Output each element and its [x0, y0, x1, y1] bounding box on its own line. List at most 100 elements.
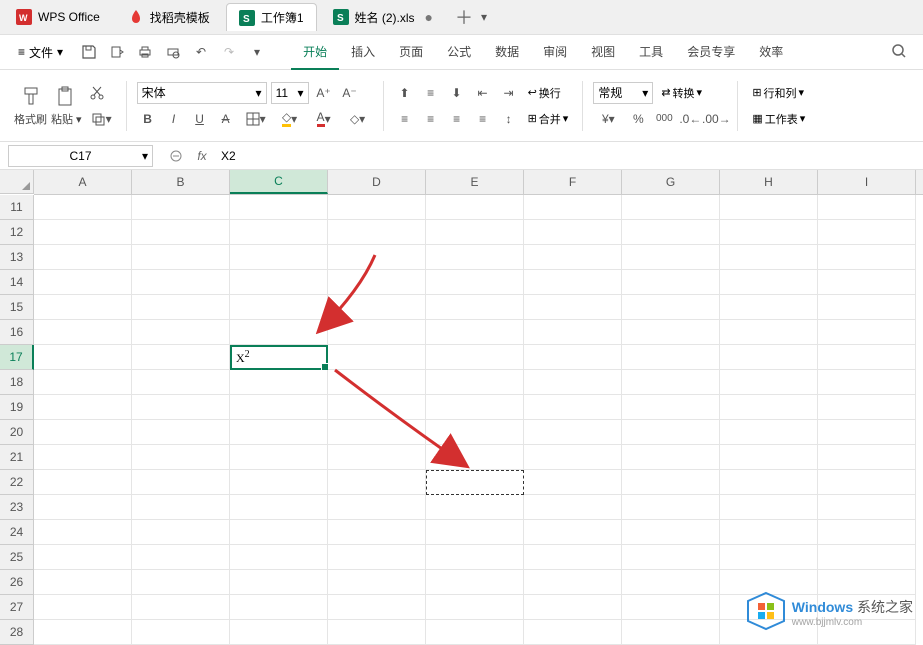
comma-button[interactable]: 000 — [653, 108, 675, 130]
row-header-16[interactable]: 16 — [0, 320, 34, 345]
cell-A25[interactable] — [34, 545, 132, 570]
cell-B15[interactable] — [132, 295, 230, 320]
cell-D15[interactable] — [328, 295, 426, 320]
print-button[interactable] — [135, 42, 155, 62]
cell-A28[interactable] — [34, 620, 132, 645]
cell-B23[interactable] — [132, 495, 230, 520]
row-header-23[interactable]: 23 — [0, 495, 34, 520]
increase-indent-button[interactable]: ⇥ — [498, 82, 520, 104]
cell-A27[interactable] — [34, 595, 132, 620]
align-center-button[interactable]: ≡ — [420, 108, 442, 130]
cell-E13[interactable] — [426, 245, 524, 270]
cell-E15[interactable] — [426, 295, 524, 320]
cell-A22[interactable] — [34, 470, 132, 495]
cell-D21[interactable] — [328, 445, 426, 470]
select-all-corner[interactable] — [0, 170, 34, 194]
menu-tab-efficiency[interactable]: 效率 — [747, 35, 795, 70]
export-button[interactable] — [107, 42, 127, 62]
cell-G22[interactable] — [622, 470, 720, 495]
cell-C23[interactable] — [230, 495, 328, 520]
cell-I16[interactable] — [818, 320, 916, 345]
cell-F24[interactable] — [524, 520, 622, 545]
col-header-G[interactable]: G — [622, 170, 720, 194]
col-header-D[interactable]: D — [328, 170, 426, 194]
cell-A14[interactable] — [34, 270, 132, 295]
cell-A18[interactable] — [34, 370, 132, 395]
cell-D13[interactable] — [328, 245, 426, 270]
cell-E21[interactable] — [426, 445, 524, 470]
col-header-I[interactable]: I — [818, 170, 916, 194]
cell-F12[interactable] — [524, 220, 622, 245]
align-left-button[interactable]: ≡ — [394, 108, 416, 130]
cell-F19[interactable] — [524, 395, 622, 420]
cell-B13[interactable] — [132, 245, 230, 270]
menu-tab-member[interactable]: 会员专享 — [675, 35, 747, 70]
cell-E24[interactable] — [426, 520, 524, 545]
col-header-F[interactable]: F — [524, 170, 622, 194]
cancel-button[interactable] — [165, 145, 187, 167]
strikethrough-button[interactable]: A — [215, 108, 237, 130]
cell-I20[interactable] — [818, 420, 916, 445]
cell-F20[interactable] — [524, 420, 622, 445]
cell-I22[interactable] — [818, 470, 916, 495]
formula-content[interactable]: X2 — [221, 149, 236, 163]
row-header-26[interactable]: 26 — [0, 570, 34, 595]
row-header-14[interactable]: 14 — [0, 270, 34, 295]
cell-E20[interactable] — [426, 420, 524, 445]
row-header-17[interactable]: 17 — [0, 345, 34, 370]
cell-G21[interactable] — [622, 445, 720, 470]
menu-tab-insert[interactable]: 插入 — [339, 35, 387, 70]
col-header-A[interactable]: A — [34, 170, 132, 194]
row-header-20[interactable]: 20 — [0, 420, 34, 445]
cell-F16[interactable] — [524, 320, 622, 345]
cell-G20[interactable] — [622, 420, 720, 445]
cell-D16[interactable] — [328, 320, 426, 345]
cell-A17[interactable] — [34, 345, 132, 370]
cell-F26[interactable] — [524, 570, 622, 595]
cell-E26[interactable] — [426, 570, 524, 595]
cell-E19[interactable] — [426, 395, 524, 420]
fill-color-button[interactable]: ◇▾ — [275, 108, 305, 130]
worksheet-button[interactable]: ▦工作表▾ — [748, 108, 809, 130]
cell-C11[interactable] — [230, 195, 328, 220]
cell-C24[interactable] — [230, 520, 328, 545]
cell-G23[interactable] — [622, 495, 720, 520]
cell-I14[interactable] — [818, 270, 916, 295]
cell-G17[interactable] — [622, 345, 720, 370]
align-right-button[interactable]: ≡ — [446, 108, 468, 130]
cell-E14[interactable] — [426, 270, 524, 295]
print-preview-button[interactable] — [163, 42, 183, 62]
cell-E17[interactable] — [426, 345, 524, 370]
number-format-select[interactable]: 常规▾ — [593, 82, 653, 104]
save-button[interactable] — [79, 42, 99, 62]
cell-B24[interactable] — [132, 520, 230, 545]
cell-G27[interactable] — [622, 595, 720, 620]
cell-F17[interactable] — [524, 345, 622, 370]
cell-A21[interactable] — [34, 445, 132, 470]
border-button[interactable]: ▾ — [241, 108, 271, 130]
cell-F11[interactable] — [524, 195, 622, 220]
cell-H21[interactable] — [720, 445, 818, 470]
cell-G25[interactable] — [622, 545, 720, 570]
cell-I24[interactable] — [818, 520, 916, 545]
cell-F18[interactable] — [524, 370, 622, 395]
align-top-button[interactable]: ⬆ — [394, 82, 416, 104]
cell-B16[interactable] — [132, 320, 230, 345]
cell-C19[interactable] — [230, 395, 328, 420]
cell-B22[interactable] — [132, 470, 230, 495]
cell-A26[interactable] — [34, 570, 132, 595]
cell-I13[interactable] — [818, 245, 916, 270]
cell-B19[interactable] — [132, 395, 230, 420]
row-header-19[interactable]: 19 — [0, 395, 34, 420]
align-justify-button[interactable]: ≡ — [472, 108, 494, 130]
cell-C12[interactable] — [230, 220, 328, 245]
format-painter-button[interactable]: 格式刷 — [14, 85, 47, 127]
cell-E12[interactable] — [426, 220, 524, 245]
cell-C25[interactable] — [230, 545, 328, 570]
cell-D12[interactable] — [328, 220, 426, 245]
row-header-24[interactable]: 24 — [0, 520, 34, 545]
close-icon[interactable]: ● — [425, 9, 433, 25]
file-menu[interactable]: ≡ 文件 ▾ — [12, 41, 69, 64]
cell-C21[interactable] — [230, 445, 328, 470]
cell-B17[interactable] — [132, 345, 230, 370]
